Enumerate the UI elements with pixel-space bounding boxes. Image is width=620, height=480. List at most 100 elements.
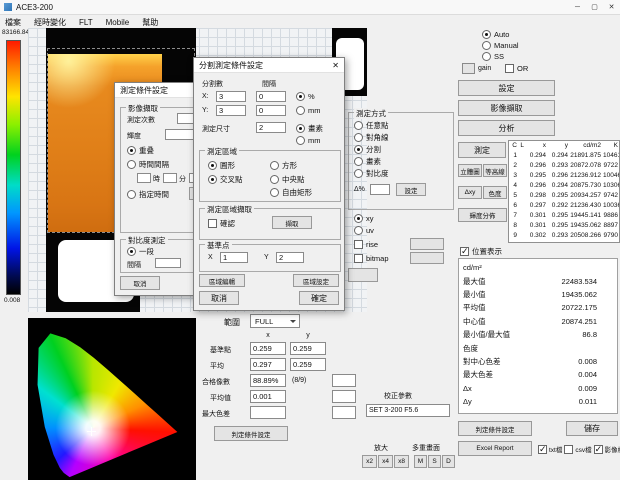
radio-free-rect[interactable]: 自由矩形 <box>270 187 312 198</box>
cancel-button[interactable]: 取消 <box>199 291 239 305</box>
cancel-button[interactable]: 取消 <box>120 276 160 290</box>
radio-icon <box>482 30 491 39</box>
radio-center-point[interactable]: 中央點 <box>270 174 305 185</box>
gap-input[interactable] <box>155 258 181 268</box>
zoom-x4-button[interactable]: x4 <box>378 455 393 468</box>
table-row[interactable]: 90.3020.29320508.2669790 <box>509 230 619 240</box>
radio-xy[interactable]: xy <box>354 214 374 223</box>
radio-specified-time[interactable]: 指定時間 <box>127 189 169 200</box>
minute-input[interactable] <box>163 173 177 183</box>
radio-uv[interactable]: uv <box>354 226 374 235</box>
radio-circle[interactable]: 圓形 <box>208 160 235 171</box>
checkbox-position-display[interactable]: 位置表示 <box>460 246 502 257</box>
set-button[interactable]: 設定 <box>458 80 555 96</box>
hour-input[interactable] <box>137 173 151 183</box>
table-row[interactable]: 30.2950.29621236.91210046 <box>509 170 619 180</box>
multi-d-button[interactable]: D <box>442 455 455 468</box>
radio-single-step[interactable]: 一段 <box>127 246 154 257</box>
menu-trend[interactable]: 經時變化 <box>34 17 66 28</box>
minimize-icon[interactable]: ─ <box>569 0 586 14</box>
radio-pixel-unit[interactable]: 畫素 <box>296 123 323 134</box>
radio-contrast[interactable]: 對比度 <box>354 168 389 179</box>
image-checkbox[interactable] <box>594 445 603 454</box>
excel-report-button[interactable]: Excel Report <box>458 441 532 456</box>
checkbox-label: 位置表示 <box>472 246 502 257</box>
judge-condition-button[interactable]: 判定條件設定 <box>458 421 532 436</box>
radio-square[interactable]: 方形 <box>270 160 297 171</box>
radio-percent[interactable]: % <box>296 92 315 101</box>
x-count-input[interactable]: 3 <box>216 91 246 102</box>
delta-percent-input[interactable] <box>370 184 390 195</box>
judge-condition-button-2[interactable]: 判定條件設定 <box>214 426 288 441</box>
checkbox-bitmap[interactable]: bitmap <box>354 254 389 263</box>
radio-ss[interactable]: SS <box>482 52 504 61</box>
chart3d-button[interactable]: 立體圖 <box>458 164 482 177</box>
delta-xy-button[interactable]: Δxy <box>458 186 482 199</box>
measure-mode-label: 測定方式 <box>354 108 388 119</box>
menu-file[interactable]: 檔案 <box>5 17 21 28</box>
analyze-button[interactable]: 分析 <box>458 120 555 136</box>
radio-icon <box>127 190 136 199</box>
measure-button[interactable]: 測定 <box>458 142 506 158</box>
delta-set-button[interactable]: 設定 <box>396 183 426 196</box>
luminance-dist-button[interactable]: 輝度分佈 <box>458 208 507 222</box>
x-gap-input[interactable]: 0 <box>256 91 286 102</box>
multi-m-button[interactable]: M <box>414 455 427 468</box>
aux-button[interactable] <box>348 268 378 282</box>
table-row[interactable]: 50.2980.29520934.2579742 <box>509 190 619 200</box>
table-row[interactable]: 10.2940.29421891.87510461 <box>509 150 619 160</box>
bitmap-aux-button[interactable] <box>410 252 444 264</box>
radio-mm-unit[interactable]: mm <box>296 136 321 145</box>
radio-cross-point[interactable]: 交叉點 <box>208 174 243 185</box>
area-set-button[interactable]: 區域設定 <box>293 274 339 287</box>
rise-aux-button[interactable] <box>410 238 444 250</box>
ok-button[interactable]: 確定 <box>299 291 339 305</box>
save-button[interactable]: 儲存 <box>566 421 618 436</box>
dialog-close-icon[interactable]: ✕ <box>332 61 339 70</box>
table-cell <box>518 170 525 180</box>
radio-manual[interactable]: Manual <box>482 41 519 50</box>
radio-time-interval[interactable]: 時間間隔 <box>127 159 169 170</box>
radio-diagonal[interactable]: 對角線 <box>354 132 389 143</box>
radio-auto[interactable]: Auto <box>482 30 509 39</box>
radio-icon <box>208 175 217 184</box>
csv-checkbox[interactable] <box>564 445 573 454</box>
radio-pixel[interactable]: 畫素 <box>354 156 381 167</box>
radio-label: 方形 <box>282 160 297 171</box>
table-row[interactable]: 70.3010.29519445.1419886 <box>509 210 619 220</box>
gain-selector[interactable] <box>462 63 475 74</box>
txt-checkbox[interactable] <box>538 445 547 454</box>
checkbox-confirm[interactable]: 確認 <box>208 218 235 229</box>
zoom-x8-button[interactable]: x8 <box>394 455 409 468</box>
checkbox-rise[interactable]: rise <box>354 240 378 249</box>
measure-size-input[interactable]: 2 <box>256 122 286 133</box>
table-row[interactable]: 40.2960.29420875.73010306 <box>509 180 619 190</box>
table-row[interactable]: 60.2970.29221236.43010036 <box>509 200 619 210</box>
table-row[interactable]: 20.2960.29320872.0789722 <box>509 160 619 170</box>
y-gap-input[interactable]: 0 <box>256 105 286 116</box>
radio-mm[interactable]: mm <box>296 106 321 115</box>
zoom-x2-button[interactable]: x2 <box>362 455 377 468</box>
title-bar[interactable]: ACE3-200 ─ ▢ ✕ <box>0 0 620 15</box>
radio-arbitrary-point[interactable]: 任意點 <box>354 120 389 131</box>
chroma-map-button[interactable]: 色度 <box>483 186 507 199</box>
menu-help[interactable]: 幫助 <box>142 17 158 28</box>
dialog-title-bar[interactable]: 分割測定條件設定 ✕ <box>194 58 344 73</box>
range-dropdown[interactable]: FULL <box>250 314 300 328</box>
multi-s-button[interactable]: S <box>428 455 441 468</box>
table-row[interactable]: 80.3010.29519435.0628897 <box>509 220 619 230</box>
y-count-input[interactable]: 3 <box>216 105 246 116</box>
close-icon[interactable]: ✕ <box>603 0 620 14</box>
radio-repeat[interactable]: 重叠 <box>127 145 154 156</box>
area-edit-button[interactable]: 區域編輯 <box>199 274 245 287</box>
contour-button[interactable]: 等高線 <box>483 164 507 177</box>
base-y-input[interactable]: 2 <box>276 252 304 263</box>
menu-flt[interactable]: FLT <box>79 18 93 27</box>
radio-split[interactable]: 分割 <box>354 144 381 155</box>
checkbox-or[interactable]: OR <box>505 64 528 73</box>
base-x-input[interactable]: 1 <box>220 252 248 263</box>
capture-button[interactable]: 影像擷取 <box>458 100 555 116</box>
maximize-icon[interactable]: ▢ <box>586 0 603 14</box>
capture-area-button[interactable]: 擷取 <box>272 216 312 229</box>
menu-mobile[interactable]: Mobile <box>106 18 130 27</box>
